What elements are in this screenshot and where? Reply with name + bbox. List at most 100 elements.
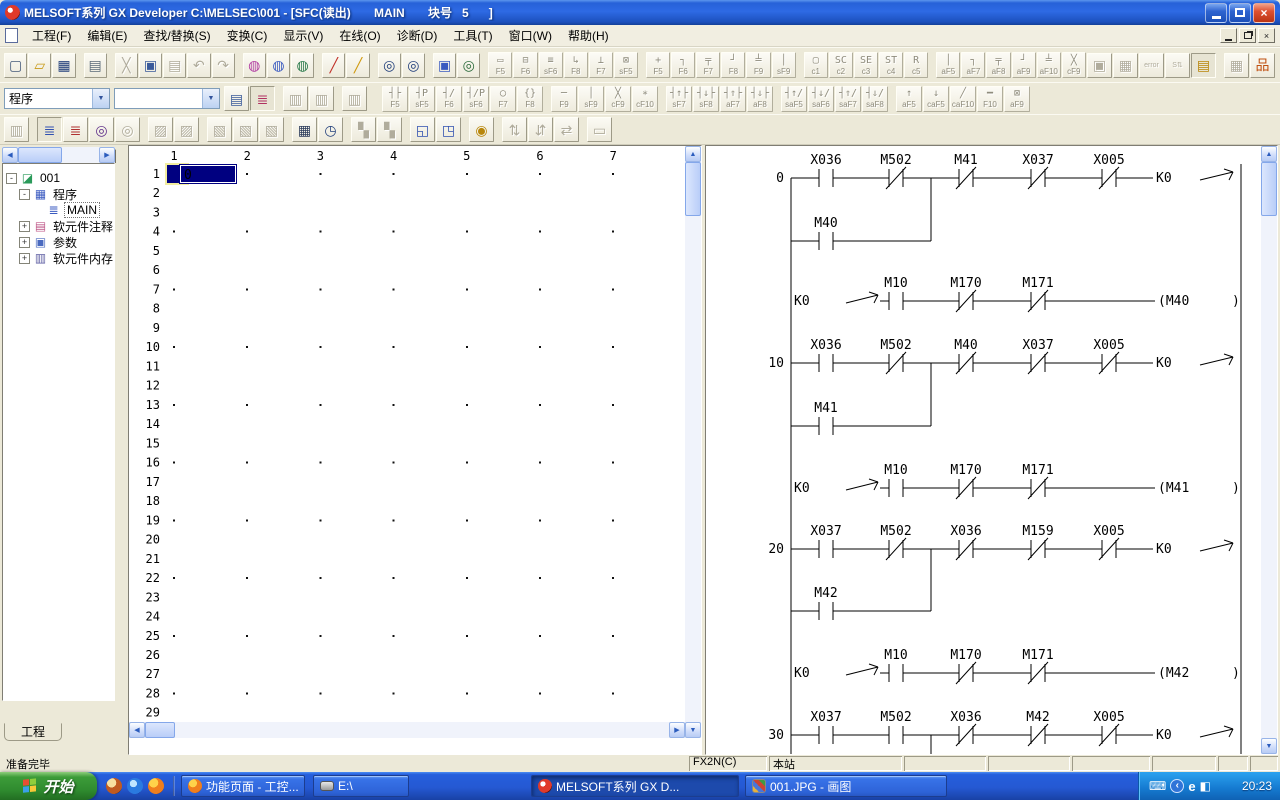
device-test-button[interactable]: ⇅ (502, 117, 527, 142)
ladder-key-sF8-button[interactable]: ┤↓├sF8 (693, 86, 719, 112)
mdi-close-button[interactable]: × (1258, 28, 1275, 43)
minimize-button[interactable] (1205, 3, 1227, 23)
scroll-left-arrow[interactable]: ◀ (2, 147, 18, 163)
menu-item-2[interactable]: 编辑(E) (79, 24, 135, 47)
verify-with-plc-button[interactable]: ▧ (259, 117, 284, 142)
scroll-up-arrow[interactable]: ▲ (1261, 146, 1277, 162)
ladder-key-aF8-button[interactable]: ┤⇓├aF8 (747, 86, 773, 112)
tree-item-软元件注释[interactable]: +▤软元件注释 (3, 218, 114, 234)
sfc-key-c2-button[interactable]: SCc2 (829, 52, 853, 78)
statement-display-button[interactable]: ▦ (1113, 53, 1138, 78)
zoom-in-button[interactable]: ◎ (378, 53, 401, 78)
sfc-sorted-display-button[interactable]: ≣ (63, 117, 88, 142)
monitor-start-button[interactable]: ▚ (351, 117, 376, 142)
write-mode-button[interactable]: ╱ (322, 53, 345, 78)
sfc-key-F7-button[interactable]: ╤F7 (696, 52, 720, 78)
sfc-key-sF5-button[interactable]: ⊠sF5 (614, 52, 638, 78)
sfc-key-aF8-button[interactable]: ╤aF8 (986, 52, 1010, 78)
ladder-key-F10-button[interactable]: ━F10 (977, 86, 1003, 112)
taskbar-button-1[interactable]: 功能页面 - 工控... (181, 775, 305, 797)
tree-item-MAIN[interactable]: ≣MAIN (3, 202, 114, 218)
menu-item-4[interactable]: 变换(C) (219, 24, 276, 47)
ladder-key-sF9-button[interactable]: │sF9 (578, 86, 604, 112)
volume-tray-icon[interactable]: ◧ (1200, 780, 1211, 792)
open-block-window-button[interactable]: ◳ (436, 117, 461, 142)
menu-item-6[interactable]: 在线(O) (331, 24, 388, 47)
collapse-tray-icon[interactable]: ‹ (1170, 779, 1184, 793)
ladder-key-aF5-button[interactable]: ↑aF5 (896, 86, 922, 112)
block-parameter-button[interactable]: ▦ (292, 117, 317, 142)
sfc-key-F9-button[interactable]: ╧F9 (746, 52, 770, 78)
sfc-key-F8-button[interactable]: ↳F8 (564, 52, 588, 78)
ladder-key-F5-button[interactable]: ┤├F5 (382, 86, 408, 112)
find-device-button[interactable]: ◍ (243, 53, 266, 78)
ie-icon[interactable] (127, 778, 143, 794)
menu-item-3[interactable]: 查找/替换(S) (135, 24, 218, 47)
scroll-right-arrow[interactable]: ▶ (99, 147, 115, 163)
sfc-key-F6-button[interactable]: ┐F6 (671, 52, 695, 78)
taskbar-button-2[interactable]: E:\ (313, 775, 409, 797)
scroll-down-arrow[interactable]: ▼ (1261, 738, 1277, 754)
monitor-write-mode-button[interactable]: ╱ (346, 53, 369, 78)
find-block-button[interactable]: ◎ (115, 117, 140, 142)
write-to-plc-button[interactable]: ▧ (207, 117, 232, 142)
expand-icon[interactable]: + (19, 237, 30, 248)
sfc-key-F7-button[interactable]: ⊥F7 (589, 52, 613, 78)
sfc-key-cF9-button[interactable]: ╳cF9 (1062, 52, 1086, 78)
menu-item-5[interactable]: 显示(V) (275, 24, 331, 47)
block-list-display-button[interactable]: ▤ (1191, 53, 1216, 78)
mdi-restore-button[interactable] (1239, 28, 1256, 43)
ladder-zoom-panel[interactable]: 0X036M502M41X037X005K0M40K0M10M170M171(M… (705, 145, 1278, 755)
scrollbar-thumb[interactable] (1261, 162, 1277, 216)
data-name-combo[interactable]: ▼ (114, 88, 220, 109)
chevron-down-icon[interactable]: ▼ (92, 89, 109, 108)
sfc-horizontal-scrollbar[interactable]: ◀▶ (129, 722, 685, 738)
scroll-right-arrow[interactable]: ▶ (669, 722, 685, 738)
ladder-key-saF8-button[interactable]: ┤⇓/saF8 (862, 86, 888, 112)
device-memory-button[interactable]: ▥ (309, 86, 334, 111)
display-change-button[interactable]: ▣ (433, 53, 456, 78)
sfc-block-list-button[interactable]: ≣ (37, 117, 62, 142)
mdi-minimize-button[interactable] (1220, 28, 1237, 43)
paste-button[interactable]: ▤ (163, 53, 186, 78)
open-project-button[interactable]: ▱ (28, 53, 51, 78)
scroll-left-arrow[interactable]: ◀ (129, 722, 145, 738)
sfc-editor-panel[interactable]: 1234567123456789101112131415161718192021… (128, 145, 702, 755)
sfc-key-c1-button[interactable]: ▢c1 (804, 52, 828, 78)
scroll-down-arrow[interactable]: ▼ (685, 722, 701, 738)
print-button[interactable]: ▤ (84, 53, 107, 78)
scan-time-button[interactable]: ⇄ (554, 117, 579, 142)
menu-item-7[interactable]: 诊断(D) (389, 24, 446, 47)
menu-item-10[interactable]: 帮助(H) (560, 24, 617, 47)
find-contact-coil-button[interactable]: ◍ (291, 53, 314, 78)
ladder-key-aF9-button[interactable]: ⊠aF9 (1004, 86, 1030, 112)
sfc-key-aF5-button[interactable]: │aF5 (936, 52, 960, 78)
firefox-icon[interactable] (148, 778, 164, 794)
ladder-key-cF10-button[interactable]: ∗cF10 (632, 86, 658, 112)
forced-io-button[interactable]: ⇵ (528, 117, 553, 142)
device-label-button[interactable]: ▥ (283, 86, 308, 111)
sfc-diagram-display-button[interactable]: 品 (1250, 53, 1275, 78)
sfc-key-aF7-button[interactable]: ┐aF7 (961, 52, 985, 78)
sfc-key-c5-button[interactable]: Rc5 (904, 52, 928, 78)
scrollbar-thumb[interactable] (18, 147, 62, 163)
circuit-display-button[interactable]: ◎ (457, 53, 480, 78)
ladder-key-sF5-button[interactable]: ┤PsF5 (409, 86, 435, 112)
ladder-key-saF5-button[interactable]: ┤↑/saF5 (781, 86, 807, 112)
redo-button[interactable]: ↷ (212, 53, 235, 78)
ladder-key-F9-button[interactable]: ─F9 (551, 86, 577, 112)
ladder-key-sF7-button[interactable]: ┤↑├sF7 (666, 86, 692, 112)
monitor-stop-button[interactable]: ▚ (377, 117, 402, 142)
transfer-disconnect-button[interactable]: ▨ (174, 117, 199, 142)
sfc-key-sF9-button[interactable]: │sF9 (772, 52, 796, 78)
chevron-down-icon[interactable]: ▼ (202, 89, 219, 108)
scrollbar-thumb[interactable] (685, 162, 701, 216)
sfc-key-c3-button[interactable]: SEc3 (854, 52, 878, 78)
save-project-button[interactable]: ▦ (52, 53, 75, 78)
macro-button[interactable]: ▥ (342, 86, 367, 111)
comment-display-button[interactable]: ▣ (1087, 53, 1112, 78)
expand-icon[interactable]: + (19, 221, 30, 232)
sfc-key-F8-button[interactable]: ┘F8 (721, 52, 745, 78)
taskbar-button-4[interactable]: 001.JPG - 画图 (745, 775, 947, 797)
device-comment-button[interactable]: ▥ (4, 117, 29, 142)
